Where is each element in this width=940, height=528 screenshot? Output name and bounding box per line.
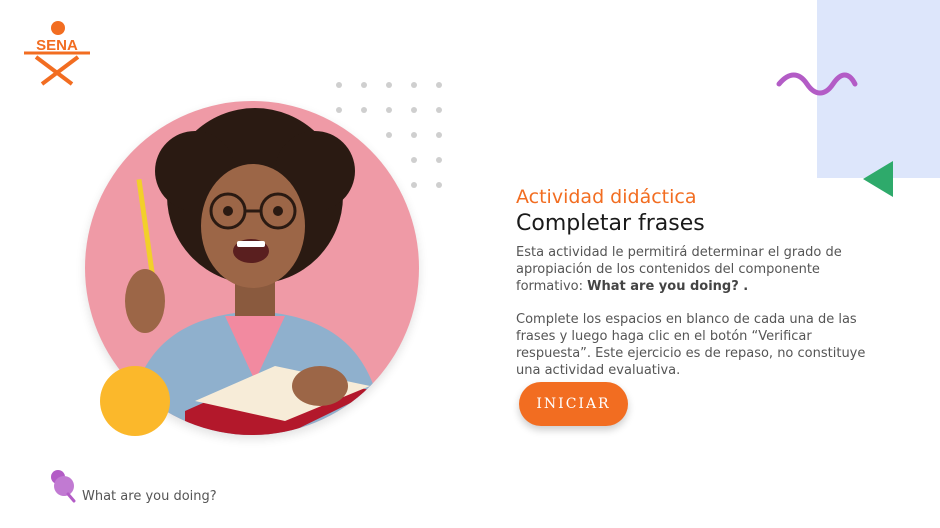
- footer-component-name: What are you doing?: [82, 489, 217, 504]
- description-component-name: What are you doing? .: [587, 279, 749, 294]
- activity-pretitle: Actividad didáctica: [516, 186, 697, 208]
- activity-instructions: Complete los espacios en blanco de cada …: [516, 312, 866, 378]
- triangle-decoration: [863, 161, 893, 197]
- yellow-circle-decoration: [100, 366, 170, 436]
- start-button[interactable]: INICIAR: [519, 382, 628, 426]
- activity-description: Esta actividad le permitirá determinar e…: [516, 244, 878, 295]
- sena-logo: SENA: [24, 21, 90, 86]
- activity-title: Completar frases: [516, 211, 705, 236]
- squiggle-decoration: [776, 72, 858, 96]
- pin-icon: [51, 470, 76, 503]
- logo-text: SENA: [36, 37, 78, 54]
